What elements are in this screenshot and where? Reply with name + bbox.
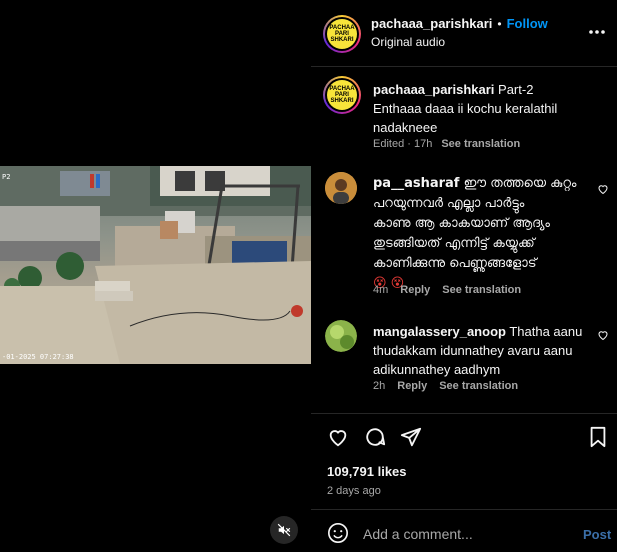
author-avatar[interactable]: PACHAA PARI SHKARI: [323, 15, 361, 53]
caption-avatar[interactable]: PACHAA PARI SHKARI: [323, 76, 361, 114]
comment-reply-button[interactable]: Reply: [400, 284, 430, 296]
nature-avatar-icon: [325, 320, 357, 352]
media-area: -01-2025 07:27:38 P2: [0, 0, 311, 552]
action-bar: [311, 424, 617, 450]
video-corner-label: P2: [2, 173, 11, 181]
comment-text-3: കാണു ആ കാകയാണ് ആദ്യം: [373, 216, 550, 231]
video-player[interactable]: -01-2025 07:27:38 P2: [0, 166, 311, 364]
like-heart-icon[interactable]: [327, 426, 349, 448]
brand-logo: PACHAA PARI SHKARI: [327, 19, 357, 49]
header-separator: •: [497, 16, 502, 31]
emoji-smiley-icon[interactable]: [327, 522, 349, 544]
video-timestamp: -01-2025 07:27:38: [2, 353, 74, 361]
person-avatar-icon: [325, 172, 357, 204]
post-comment-button[interactable]: Post: [583, 527, 611, 542]
comment-see-translation[interactable]: See translation: [439, 380, 518, 392]
brand-logo: PACHAA PARI SHKARI: [327, 80, 357, 110]
comment-text-4: തുടങ്ങിയത് എന്നിട്ട് കയ്യുക്ക്: [373, 236, 535, 251]
caption-text-3: nadakneee: [373, 120, 438, 135]
caption-username[interactable]: pachaaa_parishkari: [373, 82, 494, 97]
comment-see-translation[interactable]: See translation: [442, 284, 521, 296]
post-date: 2 days ago: [327, 485, 381, 497]
comment-username[interactable]: mangalassery_anoop: [373, 324, 506, 339]
like-comment-heart-icon[interactable]: [597, 183, 609, 195]
comment-time: 2h: [373, 380, 386, 392]
comment-username[interactable]: pa__asharaf: [373, 176, 459, 191]
caption-text-2: Enthaaa daaa ii kochu keralathil: [373, 101, 558, 116]
actions-divider: [311, 413, 617, 414]
comment-bubble-icon[interactable]: [364, 426, 386, 448]
like-comment-heart-icon[interactable]: [597, 329, 609, 341]
comment-text-1: ഈ തത്തയെ കുറ്റം: [463, 176, 577, 191]
likes-count[interactable]: 109,791 likes: [327, 464, 407, 479]
caption-edited-time: Edited · 17h: [373, 138, 433, 150]
comment-reply-button[interactable]: Reply: [397, 380, 427, 392]
comment-time: 4m: [373, 284, 389, 296]
post-sidebar: PACHAA PARI SHKARI pachaaa_parishkari • Fo…: [311, 0, 617, 552]
video-frame: [0, 166, 311, 364]
caption-text-1: Part-2: [498, 82, 534, 97]
comment-text-1: Thatha aanu: [509, 324, 583, 339]
comment-text-3: adikunnathey aadhym: [373, 362, 501, 377]
volume-off-icon: [277, 523, 291, 537]
comment-text-5: കാണിക്കുന്നു പെണ്ണുങ്ങളോട്: [373, 256, 537, 271]
post-header: PACHAA PARI SHKARI pachaaa_parishkari • Fo…: [311, 0, 617, 67]
comment-text-2: പറയുന്നവർ എല്ലാ പാർട്ടും: [373, 196, 525, 211]
caption-see-translation[interactable]: See translation: [441, 138, 520, 150]
commenter-avatar[interactable]: [325, 172, 357, 204]
share-send-icon[interactable]: [400, 426, 422, 448]
mute-button[interactable]: [270, 516, 298, 544]
add-comment-bar: Post: [311, 510, 617, 552]
more-horizontal-icon[interactable]: [589, 29, 605, 35]
comment-text-2: thudakkam idunnathey avaru aanu: [373, 343, 573, 358]
follow-button[interactable]: Follow: [507, 16, 548, 31]
commenter-avatar[interactable]: [325, 320, 357, 352]
audio-label[interactable]: Original audio: [371, 35, 445, 49]
bookmark-save-icon[interactable]: [588, 426, 608, 448]
author-username[interactable]: pachaaa_parishkari: [371, 16, 492, 31]
add-comment-input[interactable]: [361, 522, 565, 546]
